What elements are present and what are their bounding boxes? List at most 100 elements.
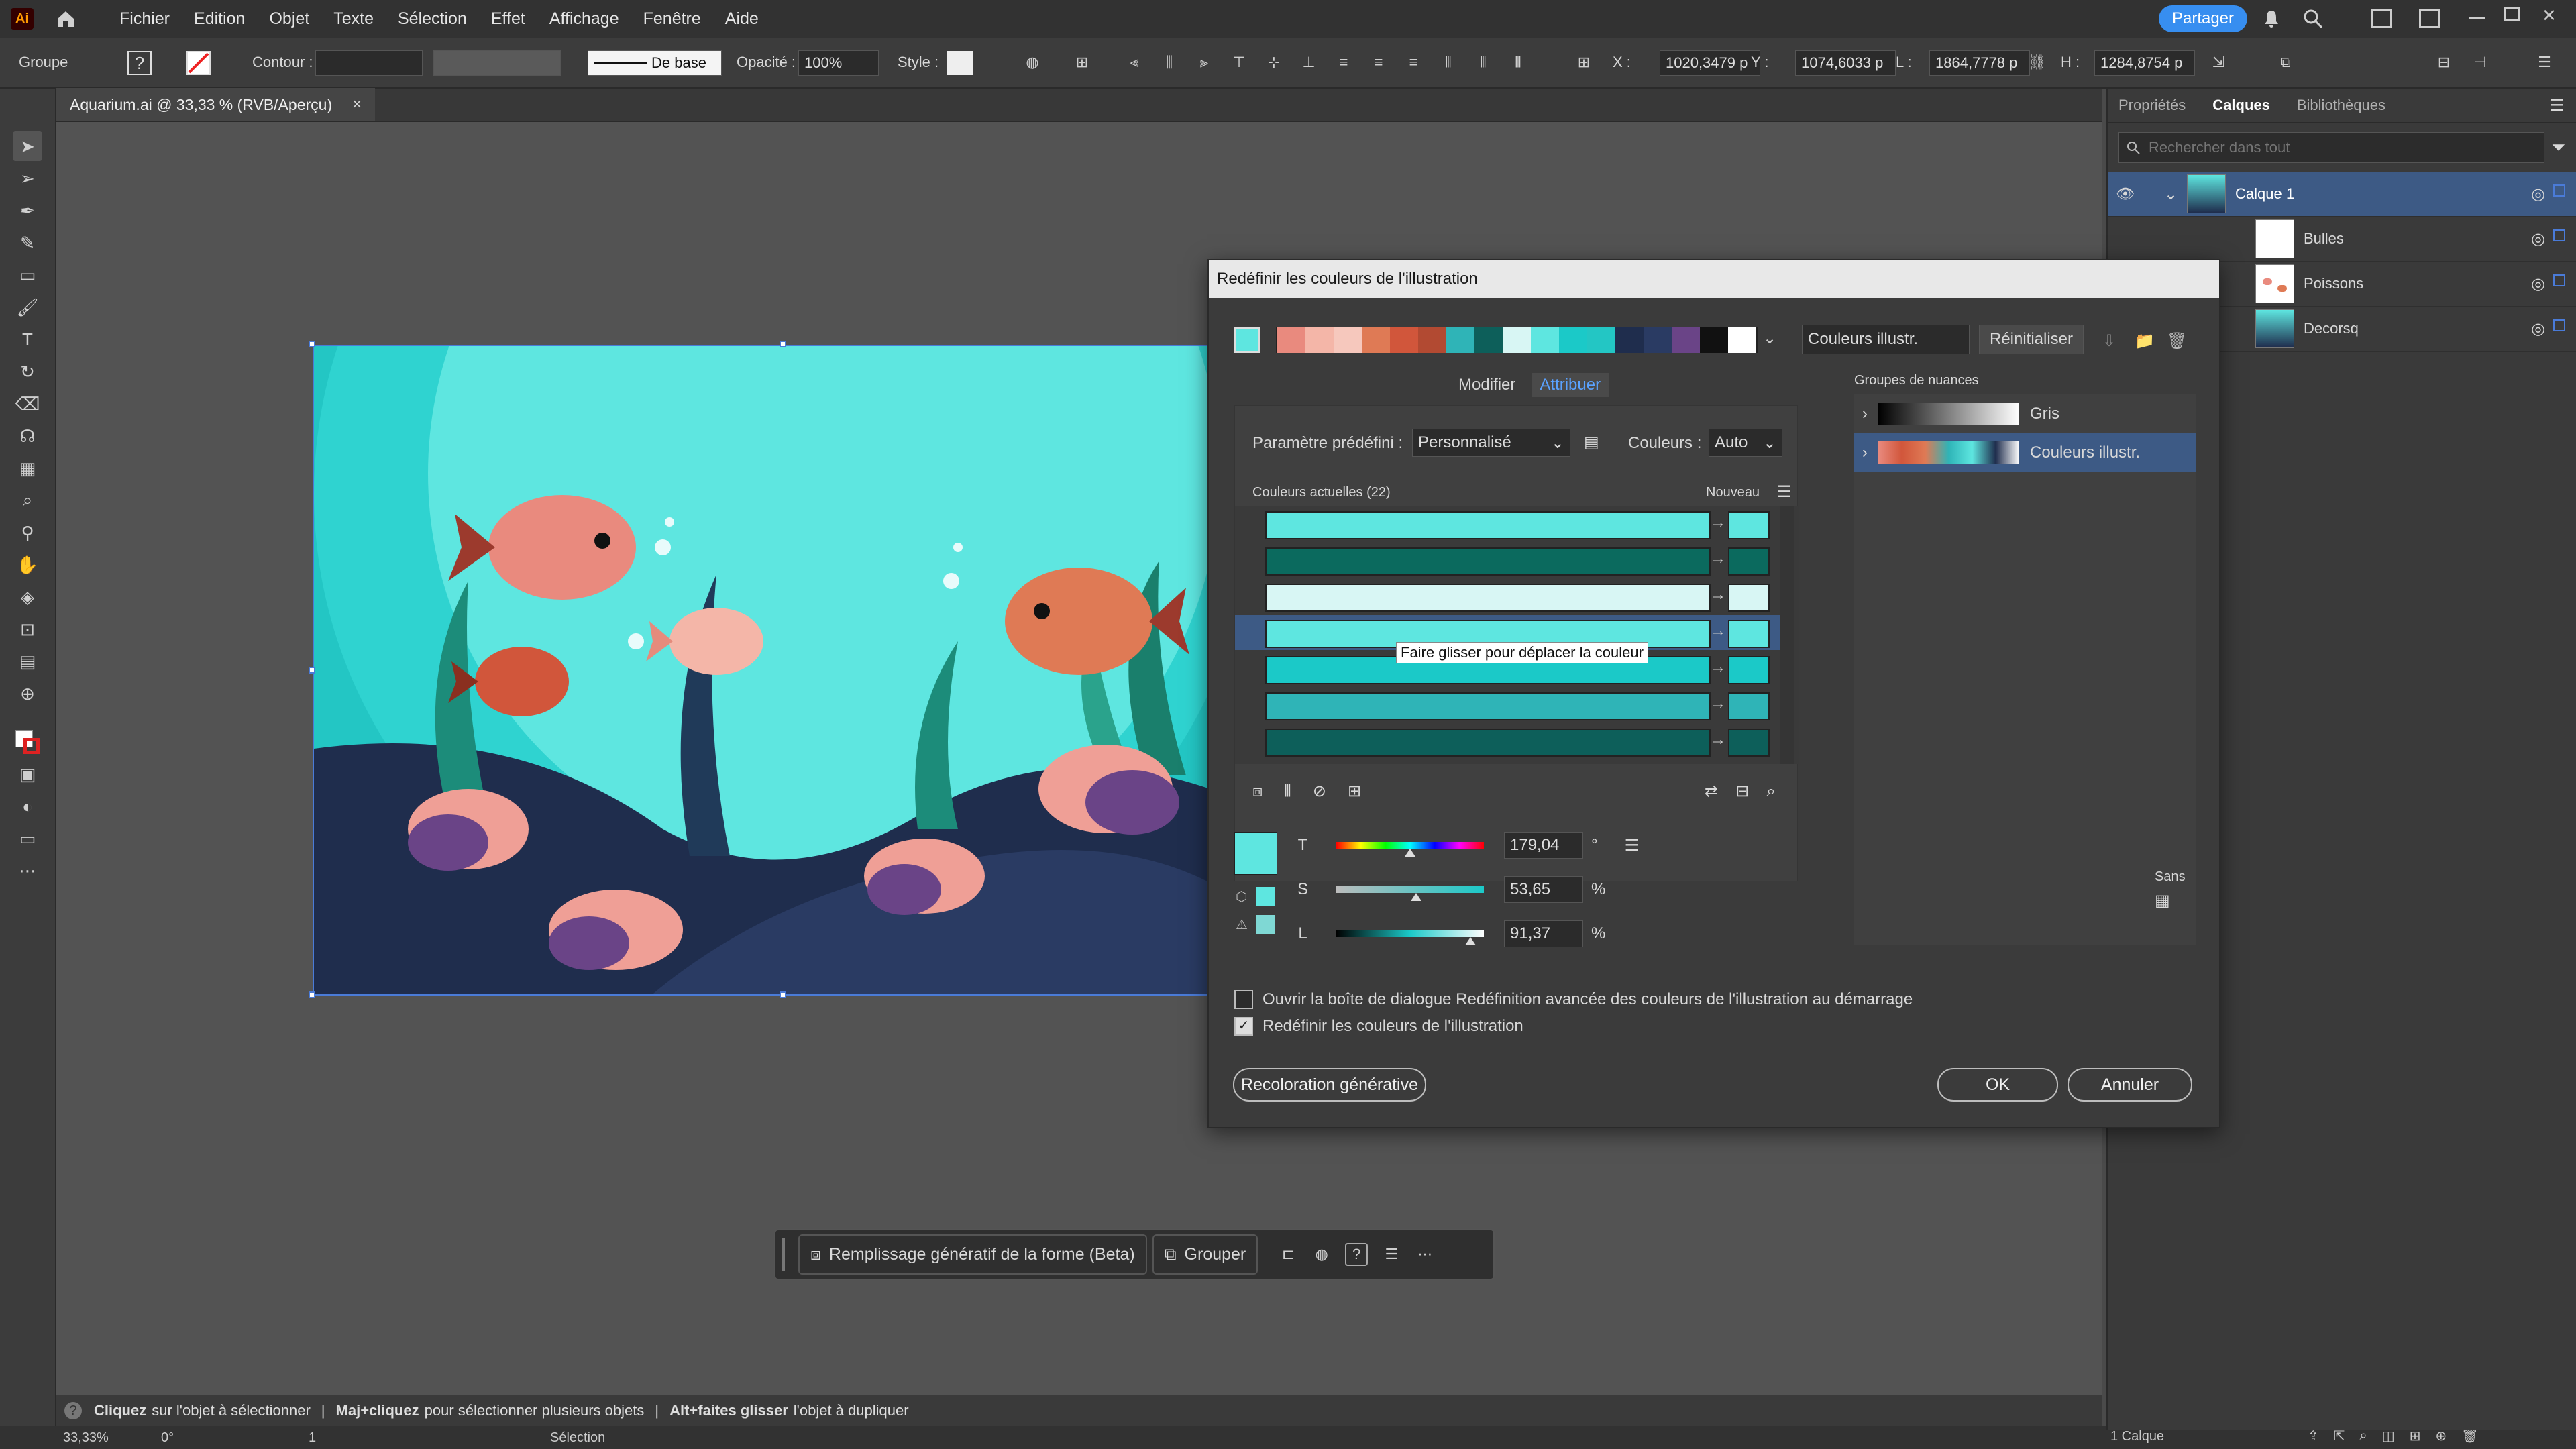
- strip-swatch[interactable]: [1644, 327, 1672, 353]
- arrange-documents-icon[interactable]: [2419, 9, 2440, 28]
- new-color-swatch[interactable]: [1728, 547, 1770, 576]
- distribute-left-icon[interactable]: ⦀: [1438, 52, 1458, 72]
- distribute-middle-icon[interactable]: ≡: [1368, 52, 1389, 72]
- menu-aide[interactable]: Aide: [725, 9, 759, 29]
- color-assign-row[interactable]: →: [1235, 543, 1785, 578]
- current-color-bar[interactable]: [1265, 511, 1711, 539]
- more-options-icon[interactable]: ⋯: [1415, 1244, 1435, 1265]
- align-middle-icon[interactable]: ⊹: [1264, 52, 1284, 72]
- align-left-icon[interactable]: ⫷: [1124, 52, 1144, 72]
- arrange-panel-icon[interactable]: ⊟: [2434, 52, 2454, 72]
- selection-indicator-icon[interactable]: [2553, 274, 2565, 286]
- layer-name[interactable]: Poissons: [2304, 275, 2363, 292]
- type-tool-icon[interactable]: T: [13, 325, 42, 354]
- gradient-tool-icon[interactable]: ▦: [13, 453, 42, 483]
- distribute-bottom-icon[interactable]: ≡: [1403, 52, 1424, 72]
- lightness-slider[interactable]: [1336, 930, 1484, 945]
- strip-dropdown-icon[interactable]: ⌄: [1763, 329, 1776, 348]
- swatch-group-couleurs[interactable]: › Couleurs illustr.: [1854, 433, 2196, 472]
- assign-arrow-icon[interactable]: →: [1710, 694, 1726, 713]
- reset-button[interactable]: Réinitialiser: [1979, 325, 2084, 354]
- layer-name[interactable]: Bulles: [2304, 230, 2344, 248]
- current-color-bar[interactable]: [1265, 584, 1711, 612]
- tab-proprietes[interactable]: Propriétés: [2118, 97, 2186, 114]
- recolor-art-option[interactable]: ✓ Redéfinir les couleurs de l'illustrati…: [1234, 1017, 1523, 1036]
- locate-object-icon[interactable]: ⌕: [2360, 1428, 2367, 1444]
- target-icon[interactable]: ◎: [2531, 184, 2545, 204]
- hue-slider[interactable]: [1336, 842, 1484, 857]
- shape-builder-tool-icon[interactable]: ◈: [13, 582, 42, 612]
- assign-arrow-icon[interactable]: →: [1710, 658, 1726, 677]
- layer-search-input[interactable]: [2147, 138, 2485, 157]
- randomize-saturation-icon[interactable]: ⊟: [1735, 782, 1749, 801]
- ok-button[interactable]: OK: [1937, 1068, 2058, 1102]
- target-icon[interactable]: ◎: [2531, 319, 2545, 339]
- strip-swatch[interactable]: [1587, 327, 1615, 353]
- grid-align-icon[interactable]: ⊞: [1072, 52, 1092, 72]
- pen-tool-icon[interactable]: ✒: [13, 196, 42, 225]
- restore-icon[interactable]: [2504, 7, 2520, 21]
- notification-bell-icon[interactable]: [2261, 8, 2282, 30]
- recolor-checkbox[interactable]: ✓: [1234, 1017, 1253, 1036]
- saturation-slider-thumb[interactable]: [1410, 893, 1421, 901]
- isolate-icon[interactable]: ⧉: [2275, 52, 2296, 72]
- strip-swatch[interactable]: [1559, 327, 1587, 353]
- more-tools-icon[interactable]: ⋯: [13, 856, 42, 885]
- layer-row-calque-1[interactable]: 👁 ⌄ Calque 1 ◎: [2108, 172, 2576, 217]
- tab-bibliotheques[interactable]: Bibliothèques: [2297, 97, 2385, 114]
- new-color-swatch[interactable]: [1728, 511, 1770, 539]
- target-icon[interactable]: ◎: [2531, 229, 2545, 249]
- dialog-title-bar[interactable]: Redéfinir les couleurs de l'illustration: [1209, 260, 2219, 298]
- zoom-level[interactable]: 33,33%: [63, 1430, 109, 1446]
- share-button[interactable]: Partager: [2159, 5, 2247, 32]
- menu-edition[interactable]: Edition: [194, 9, 245, 29]
- web-safe-swatch[interactable]: [1256, 887, 1275, 906]
- control-menu-icon[interactable]: ☰: [2534, 52, 2555, 72]
- layer-name[interactable]: Decorsq: [2304, 320, 2359, 337]
- artboard-illustration[interactable]: [313, 345, 1209, 996]
- selection-handle[interactable]: [309, 667, 315, 674]
- strip-swatch[interactable]: [1728, 327, 1756, 353]
- selection-handle[interactable]: [780, 341, 786, 347]
- strip-swatch[interactable]: [1531, 327, 1559, 353]
- randomize-order-icon[interactable]: ⇄: [1705, 782, 1718, 801]
- expand-chevron-icon[interactable]: ›: [1862, 443, 1868, 462]
- visibility-eye-icon[interactable]: 👁: [2116, 185, 2135, 203]
- menu-fenetre[interactable]: Fenêtre: [643, 9, 701, 29]
- filter-icon[interactable]: ⏷: [2551, 137, 2565, 158]
- recolor-options-icon[interactable]: ◍: [1311, 1244, 1332, 1265]
- color-assign-row[interactable]: →: [1235, 688, 1785, 722]
- selection-indicator-icon[interactable]: [2553, 184, 2565, 197]
- assign-arrow-icon[interactable]: →: [1710, 549, 1726, 568]
- selection-handle[interactable]: [309, 341, 315, 347]
- current-colors-strip[interactable]: [1276, 327, 1758, 353]
- menu-affichage[interactable]: Affichage: [549, 9, 619, 29]
- strip-swatch[interactable]: [1672, 327, 1700, 353]
- y-field[interactable]: 1074,6033 p: [1795, 50, 1896, 76]
- layer-row-bulles[interactable]: Bulles ◎: [2108, 217, 2576, 262]
- drag-handle[interactable]: [782, 1238, 785, 1271]
- strip-swatch[interactable]: [1446, 327, 1474, 353]
- align-center-icon[interactable]: ⫼: [1159, 52, 1179, 72]
- fill-stroke-swatch-icon[interactable]: [13, 727, 42, 757]
- direct-selection-tool-icon[interactable]: ➢: [13, 164, 42, 193]
- separate-colors-icon[interactable]: ⦀: [1284, 782, 1291, 801]
- align-options-icon[interactable]: ⊏: [1278, 1244, 1298, 1265]
- saturation-value-field[interactable]: 53,65: [1504, 876, 1583, 903]
- target-icon[interactable]: ◎: [2531, 274, 2545, 294]
- lightness-value-field[interactable]: 91,37: [1504, 920, 1583, 947]
- distribute-center-icon[interactable]: ⦀: [1473, 52, 1493, 72]
- artboard-number[interactable]: 1: [309, 1430, 316, 1446]
- strip-swatch[interactable]: [1277, 327, 1305, 353]
- graph-tool-icon[interactable]: ▤: [13, 647, 42, 676]
- strip-swatch[interactable]: [1305, 327, 1334, 353]
- close-tab-icon[interactable]: ×: [352, 95, 362, 114]
- selection-indicator-icon[interactable]: [2553, 319, 2565, 331]
- minimize-icon[interactable]: [2469, 17, 2485, 19]
- workspace-icon[interactable]: [2371, 9, 2392, 28]
- width-field[interactable]: 1864,7778 p: [1929, 50, 2030, 76]
- eyedropper-tool-icon[interactable]: ⌕: [13, 486, 42, 515]
- tab-modifier[interactable]: Modifier: [1450, 373, 1523, 397]
- color-reduction-icon[interactable]: ▤: [1584, 433, 1599, 452]
- stroke-style-select[interactable]: De base: [588, 50, 722, 76]
